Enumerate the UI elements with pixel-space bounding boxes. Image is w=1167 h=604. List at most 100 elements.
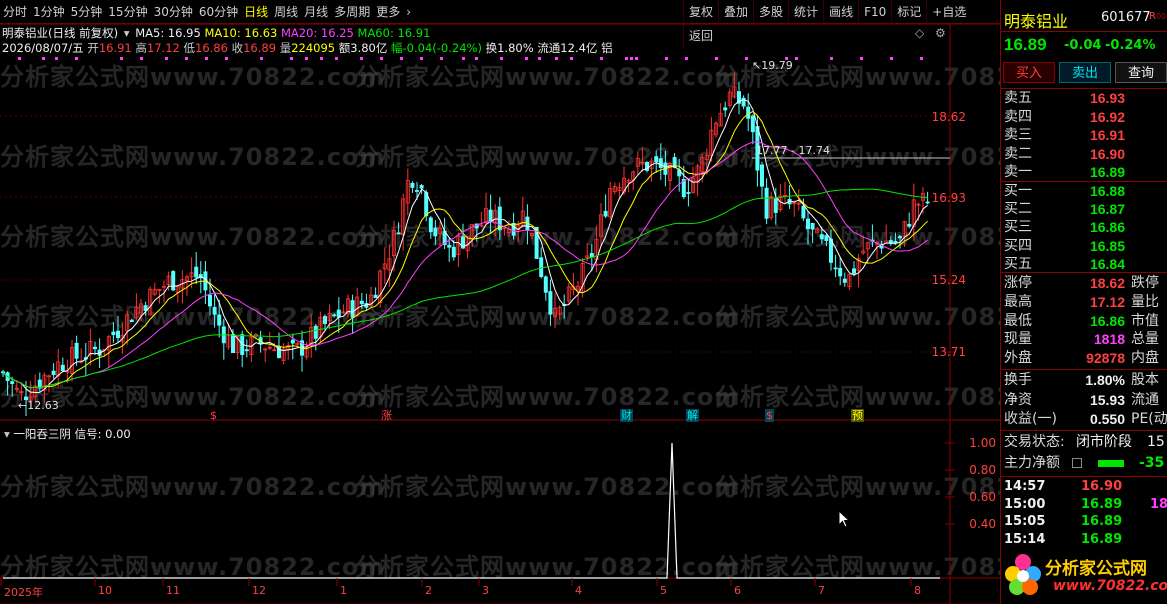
candle-body xyxy=(0,371,6,374)
candle-body xyxy=(764,187,769,219)
high-price-label: 19.79 xyxy=(761,59,793,72)
indicator-axis-label: 1.00 xyxy=(969,436,996,450)
tick-row: 15:14 16.89 xyxy=(1004,530,1167,549)
sell-button[interactable]: 卖出 xyxy=(1059,62,1111,83)
event-marker[interactable]: 财 xyxy=(620,409,633,422)
stat-label2: 跌停 xyxy=(1131,275,1159,291)
candle-body xyxy=(447,245,452,248)
flow-icon[interactable] xyxy=(1072,458,1082,468)
signal-dot xyxy=(630,57,633,60)
bid-row: 买一 16.88 xyxy=(1004,182,1167,201)
candle-body xyxy=(810,223,815,230)
signal-dot xyxy=(320,57,323,60)
ask-label: 卖五 xyxy=(1004,90,1032,106)
time-axis-label: 5 xyxy=(660,584,667,597)
candle-body xyxy=(290,339,295,344)
stat-value: 18.62 xyxy=(1089,275,1125,291)
logo: 分析家公式网 www.70822.com xyxy=(1001,548,1167,604)
time-axis-label: 2 xyxy=(425,584,432,597)
ask-row: 卖三 16.91 xyxy=(1004,126,1167,145)
ask-value: 16.91 xyxy=(1089,127,1125,143)
candle-body xyxy=(350,300,355,318)
stat-row: 最低 16.86 市值 xyxy=(1004,312,1167,331)
trade-status: 闭市阶段 xyxy=(1076,434,1132,450)
event-marker[interactable]: 涨 xyxy=(380,409,393,422)
signal-dot xyxy=(18,57,21,60)
buy-button[interactable]: 买入 xyxy=(1003,62,1055,83)
chevron-down-icon[interactable]: ▾ xyxy=(4,427,10,441)
time-axis-label: 10 xyxy=(98,584,112,597)
stat-row: 外盘 92878 内盘 xyxy=(1004,349,1167,368)
candle-body xyxy=(359,300,364,305)
bid-value: 16.85 xyxy=(1089,237,1125,254)
signal-line xyxy=(3,442,940,579)
candle-body xyxy=(230,334,235,354)
stock-code: 601677 xyxy=(1101,10,1151,25)
trade-status-row: 交易状态: 闭市阶段 15 xyxy=(1004,433,1167,452)
stat2-label2: 股本 xyxy=(1131,372,1159,388)
signal-dot xyxy=(205,57,208,60)
candle-body xyxy=(654,156,659,163)
candle-body xyxy=(511,222,516,236)
indicator-axis-label: 0.80 xyxy=(969,463,996,477)
event-marker[interactable]: $ xyxy=(765,409,774,422)
event-marker[interactable]: $ xyxy=(209,409,218,422)
tick-time: 15:05 xyxy=(1004,514,1046,529)
candle-body xyxy=(93,346,98,350)
low-price-label: 12.63 xyxy=(27,399,59,412)
bid-row: 买二 16.87 xyxy=(1004,200,1167,219)
ask-row: 卖一 16.89 xyxy=(1004,163,1167,182)
candle-body xyxy=(723,107,728,111)
candle-body xyxy=(760,164,765,187)
stat-label: 最低 xyxy=(1004,312,1032,329)
signal-dot xyxy=(462,57,465,60)
stat2-label2: PE(动 xyxy=(1131,411,1167,427)
tick-time: 15:14 xyxy=(1004,531,1046,547)
stat-value: 92878 xyxy=(1086,350,1125,367)
candle-body xyxy=(907,223,912,227)
price-axis-label: 13.71 xyxy=(931,345,966,359)
signal-dot xyxy=(400,57,403,60)
candle-body xyxy=(111,331,116,336)
signal-dot xyxy=(860,57,863,60)
current-price: 16.89 xyxy=(1004,35,1047,54)
stat2-value: 15.93 xyxy=(1089,391,1125,408)
price-axis-label: 16.93 xyxy=(931,191,966,205)
bid-label: 买一 xyxy=(1004,183,1032,199)
ask-row: 卖二 16.90 xyxy=(1004,145,1167,164)
signal-dot xyxy=(42,57,45,60)
candle-body xyxy=(842,278,847,283)
main-flow-row: 主力净额 -35 xyxy=(1004,454,1167,473)
bid-row: 买四 16.85 xyxy=(1004,237,1167,256)
stat-value: 17.12 xyxy=(1089,293,1125,310)
stat2-row: 收益(一) 0.550 PE(动 xyxy=(1004,410,1167,429)
candle-body xyxy=(686,192,691,194)
event-marker[interactable]: 预 xyxy=(851,409,864,422)
r-tag-text: R xyxy=(1149,11,1156,22)
event-marker[interactable]: 解 xyxy=(686,409,699,422)
candle-body xyxy=(806,218,811,230)
candle-body xyxy=(74,342,79,359)
query-button[interactable]: 查询 xyxy=(1115,62,1167,83)
signal-dot xyxy=(335,57,338,60)
stat-label2: 内盘 xyxy=(1131,350,1159,367)
stat-label2: 量比 xyxy=(1131,293,1159,310)
ask-label: 卖三 xyxy=(1004,127,1032,143)
candle-body xyxy=(746,106,751,119)
ma60-line xyxy=(2,188,928,389)
stat2-label: 收益(一) xyxy=(1004,411,1057,427)
signal-dot xyxy=(625,57,628,60)
price-pct: -0.24% xyxy=(1105,38,1156,53)
candle-body xyxy=(428,217,433,233)
time-axis-label: 4 xyxy=(575,584,582,597)
signal-dot xyxy=(600,57,603,60)
candle-body xyxy=(414,190,419,192)
candle-body xyxy=(852,268,857,274)
candle-body xyxy=(419,185,424,189)
candles xyxy=(0,72,930,417)
signal-dot xyxy=(500,57,503,60)
tick-row: 15:00 16.89 18 xyxy=(1004,495,1167,514)
ask-row: 卖五 16.93 xyxy=(1004,89,1167,108)
tick-time: 15:00 xyxy=(1004,496,1046,512)
indicator-name[interactable]: 一阳吞三阴 xyxy=(13,427,71,441)
